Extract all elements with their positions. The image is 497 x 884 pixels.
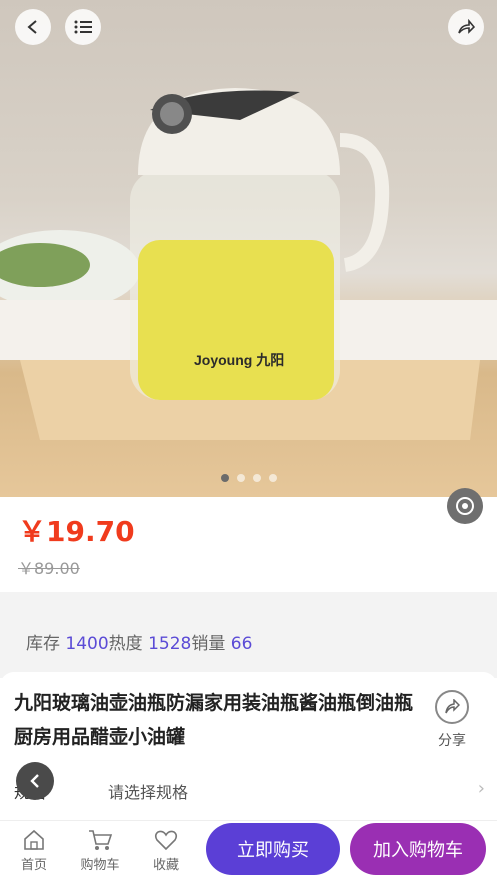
cart-icon — [70, 826, 130, 854]
stock-label: 库存 — [26, 634, 60, 654]
spec-selector[interactable]: 规格 请选择规格 › — [0, 770, 497, 810]
carousel-indicator — [0, 474, 497, 482]
carousel-dot[interactable] — [236, 474, 245, 482]
product-image: Joyoung 九阳 — [0, 88, 497, 440]
menu-button[interactable] — [65, 9, 101, 45]
heat-value: 1528 — [148, 634, 192, 654]
nav-home[interactable]: 首页 — [4, 826, 64, 873]
brand-logo: Joyoung 九阳 — [194, 352, 284, 368]
heart-icon — [136, 826, 196, 854]
chevron-left-icon — [27, 20, 37, 34]
chevron-right-icon: › — [477, 778, 485, 799]
sales-label: 销量 — [191, 634, 226, 654]
heat-label: 热度 — [108, 634, 143, 654]
original-price: ￥89.00 — [18, 559, 80, 578]
forward-share-button[interactable] — [448, 9, 484, 45]
stock-value: 1400 — [65, 634, 109, 654]
carousel-dot[interactable] — [252, 474, 261, 482]
nav-favorite-label: 收藏 — [152, 858, 179, 873]
chevron-left-icon — [30, 774, 39, 788]
share-label: 分享 — [438, 733, 466, 749]
nav-home-label: 首页 — [20, 858, 47, 873]
product-stats: 库存 1400热度 1528销量 66 — [26, 629, 252, 654]
spec-value: 请选择规格 — [108, 783, 189, 802]
share-icon — [435, 690, 469, 724]
carousel-dot[interactable] — [268, 474, 277, 482]
share-arrow-icon — [458, 19, 475, 34]
sales-value: 66 — [230, 634, 253, 654]
camera-button[interactable] — [447, 488, 483, 524]
nav-cart[interactable]: 购物车 — [70, 826, 130, 873]
camera-icon — [456, 497, 474, 515]
add-to-cart-button[interactable]: 加入购物车 — [350, 823, 486, 875]
back-button[interactable] — [15, 9, 51, 45]
home-icon — [4, 826, 64, 854]
buy-now-button[interactable]: 立即购买 — [206, 823, 340, 875]
floating-back-button[interactable] — [16, 762, 54, 800]
nav-favorite[interactable]: 收藏 — [136, 826, 196, 873]
product-title: 九阳玻璃油壶油瓶防漏家用装油瓶酱油瓶倒油瓶厨房用品醋壶小油罐 — [14, 692, 414, 748]
current-price: ￥19.70 — [18, 515, 135, 548]
nav-cart-label: 购物车 — [80, 858, 120, 873]
share-button[interactable]: 分享 — [432, 690, 472, 750]
list-icon — [74, 20, 92, 34]
carousel-dot[interactable] — [220, 474, 229, 482]
product-image-carousel[interactable]: Joyoung 九阳 — [0, 0, 497, 497]
